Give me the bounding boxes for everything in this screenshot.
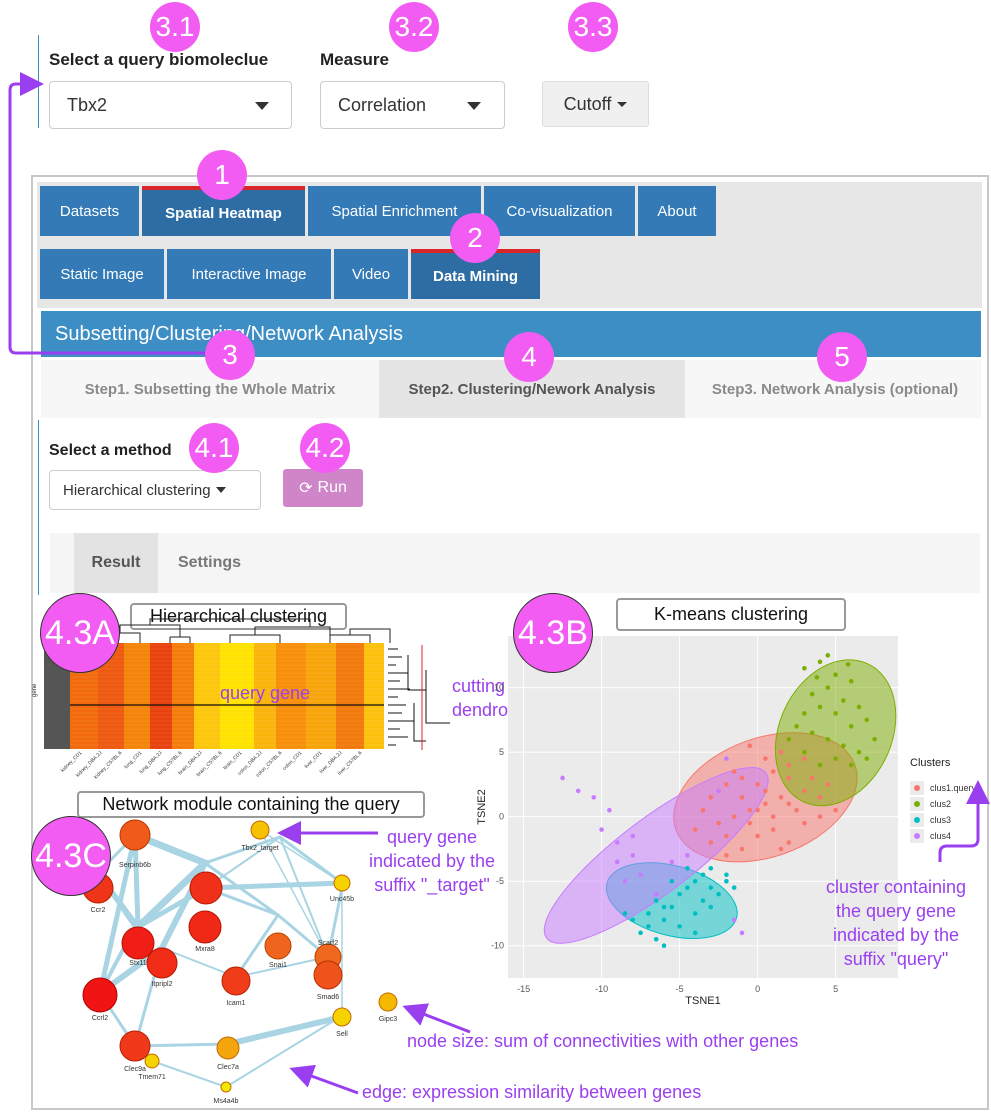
badge-2: 2	[450, 213, 500, 263]
badge-3-3: 3.3	[568, 2, 618, 52]
step3-connector-arrow	[8, 72, 208, 355]
node-size-arrow	[402, 1003, 471, 1034]
badge-3-2: 3.2	[389, 2, 439, 52]
edge-arrow	[289, 1064, 359, 1095]
badge-4-3c: 4.3C	[31, 816, 111, 896]
badge-4: 4	[504, 332, 554, 382]
badge-4-3a: 4.3A	[40, 593, 120, 673]
badge-4-2: 4.2	[300, 423, 350, 473]
badge-3-1: 3.1	[150, 2, 200, 52]
badge-4-3b: 4.3B	[513, 593, 593, 673]
badge-1: 1	[197, 150, 247, 200]
badge-3: 3	[205, 330, 255, 380]
annotation-arrows	[8, 72, 990, 1095]
query-cluster-arrow	[938, 780, 990, 862]
badge-4-1: 4.1	[189, 423, 239, 473]
badge-5: 5	[817, 332, 867, 382]
